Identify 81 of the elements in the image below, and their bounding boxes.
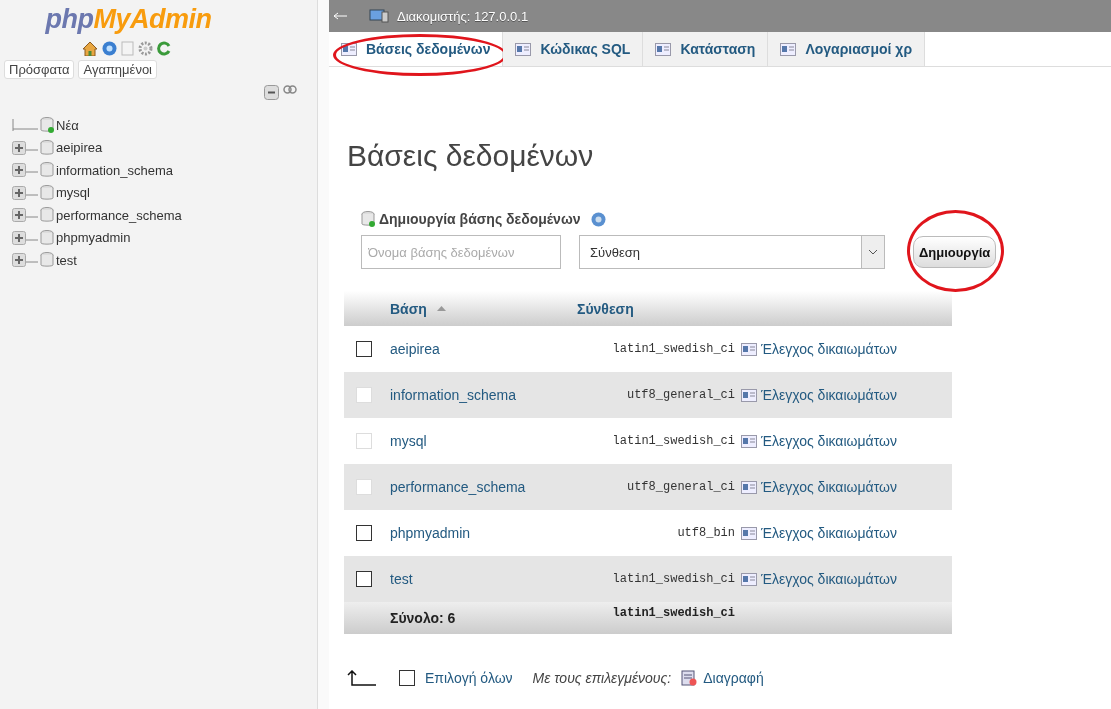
privileges-link[interactable]: Έλεγχος δικαιωμάτων <box>741 571 897 587</box>
back-arrow-icon[interactable] <box>333 12 347 20</box>
database-name-field[interactable]: Όνομα βάσης δεδομένων <box>361 235 561 269</box>
help-icon[interactable] <box>102 41 117 56</box>
server-icon <box>369 9 389 23</box>
sidebar-tab[interactable]: Αγαπημένοι <box>78 60 157 79</box>
collation-text: utf8_general_ci <box>626 480 736 494</box>
database-link[interactable]: aeipirea <box>382 341 440 357</box>
tree-connector-icon <box>12 119 38 132</box>
row-checkbox[interactable] <box>356 571 372 587</box>
with-selected-label: Με τους επιλεγμένους: <box>532 670 672 686</box>
column-header[interactable]: Σύνθεση <box>569 291 741 326</box>
privileges-link[interactable]: Έλεγχος δικαιωμάτων <box>741 525 897 541</box>
tree-item[interactable]: information_schema <box>56 162 174 178</box>
tree-item[interactable]: phpmyadmin <box>56 230 131 246</box>
column-header[interactable]: Βάση <box>382 291 569 326</box>
expand-icon[interactable] <box>12 253 38 268</box>
database-icon <box>361 211 375 227</box>
page-heading: Βάσεις δεδομένων <box>347 139 595 173</box>
collation-text: latin1_swedish_ci <box>612 606 736 620</box>
logo[interactable]: phpMyAdmin <box>45 4 212 35</box>
privileges-link[interactable]: Έλεγχος δικαιωμάτων <box>741 341 897 357</box>
tree-item[interactable]: mysql <box>56 185 90 201</box>
server-breadcrumb[interactable]: Διακομιστής: 127.0.0.1 <box>397 8 529 24</box>
database-icon <box>40 207 54 224</box>
row-checkbox[interactable] <box>356 341 372 357</box>
expand-icon[interactable] <box>12 140 38 155</box>
total-count: Σύνολο: 6 <box>389 609 456 626</box>
sort-ascending-icon <box>436 306 446 311</box>
select-all-checkbox[interactable] <box>399 670 415 686</box>
expand-icon[interactable] <box>12 208 38 223</box>
sidebar-tab[interactable]: Πρόσφατα <box>4 60 75 79</box>
nav-tab[interactable]: Κατάσταση <box>643 32 769 66</box>
database-link[interactable]: test <box>382 571 413 587</box>
help-icon[interactable] <box>590 211 606 227</box>
collation-text: latin1_swedish_ci <box>612 572 736 586</box>
privileges-icon <box>741 388 757 402</box>
resize-handle[interactable] <box>318 0 329 709</box>
arrow-up-icon <box>347 670 377 686</box>
collation-text: utf8_general_ci <box>626 388 736 402</box>
database-icon <box>40 139 54 156</box>
privileges-icon <box>741 434 757 448</box>
nav-tab[interactable]: Κώδικας SQL <box>503 32 644 66</box>
row-checkbox[interactable] <box>356 525 372 541</box>
database-icon <box>40 252 54 269</box>
expand-icon[interactable] <box>12 185 38 200</box>
database-icon <box>40 117 54 134</box>
privileges-icon <box>741 526 757 540</box>
privileges-icon <box>741 480 757 494</box>
section-title: Δημιουργία βάσης δεδομένων <box>379 211 581 227</box>
tab-icon <box>780 42 797 56</box>
nav-tab[interactable]: Λογαριασμοί χρ <box>768 32 926 66</box>
database-icon <box>40 162 54 179</box>
select-all-link[interactable]: Επιλογή όλων <box>425 670 513 686</box>
link-icon[interactable] <box>283 85 297 94</box>
collation-text: latin1_swedish_ci <box>612 342 736 356</box>
delete-link[interactable]: Διαγραφή <box>681 670 764 686</box>
privileges-icon <box>741 342 757 356</box>
tree-item[interactable]: Νέα <box>56 117 79 133</box>
home-icon[interactable] <box>82 41 98 56</box>
privileges-icon <box>741 572 757 586</box>
database-icon <box>40 229 54 246</box>
expand-icon[interactable] <box>12 230 38 245</box>
create-button[interactable]: Δημιουργία <box>913 236 997 268</box>
caret-icon <box>869 249 877 255</box>
collation-select[interactable]: Σύνθεση <box>579 235 885 269</box>
collapse-icon[interactable] <box>264 85 279 100</box>
tab-icon <box>655 42 672 56</box>
gear-icon[interactable] <box>138 41 153 56</box>
database-icon <box>40 184 54 201</box>
delete-icon <box>681 670 698 686</box>
tree-item[interactable]: performance_schema <box>56 207 182 223</box>
refresh-icon[interactable] <box>157 41 171 56</box>
collation-text: utf8_bin <box>677 526 736 540</box>
database-link[interactable]: phpmyadmin <box>382 525 471 541</box>
tab-icon <box>515 42 532 56</box>
tree-item[interactable]: test <box>56 252 77 268</box>
tree-item[interactable]: aeipirea <box>56 140 103 156</box>
collation-text: latin1_swedish_ci <box>612 434 736 448</box>
tab-icon <box>341 42 357 56</box>
expand-icon[interactable] <box>12 163 38 178</box>
